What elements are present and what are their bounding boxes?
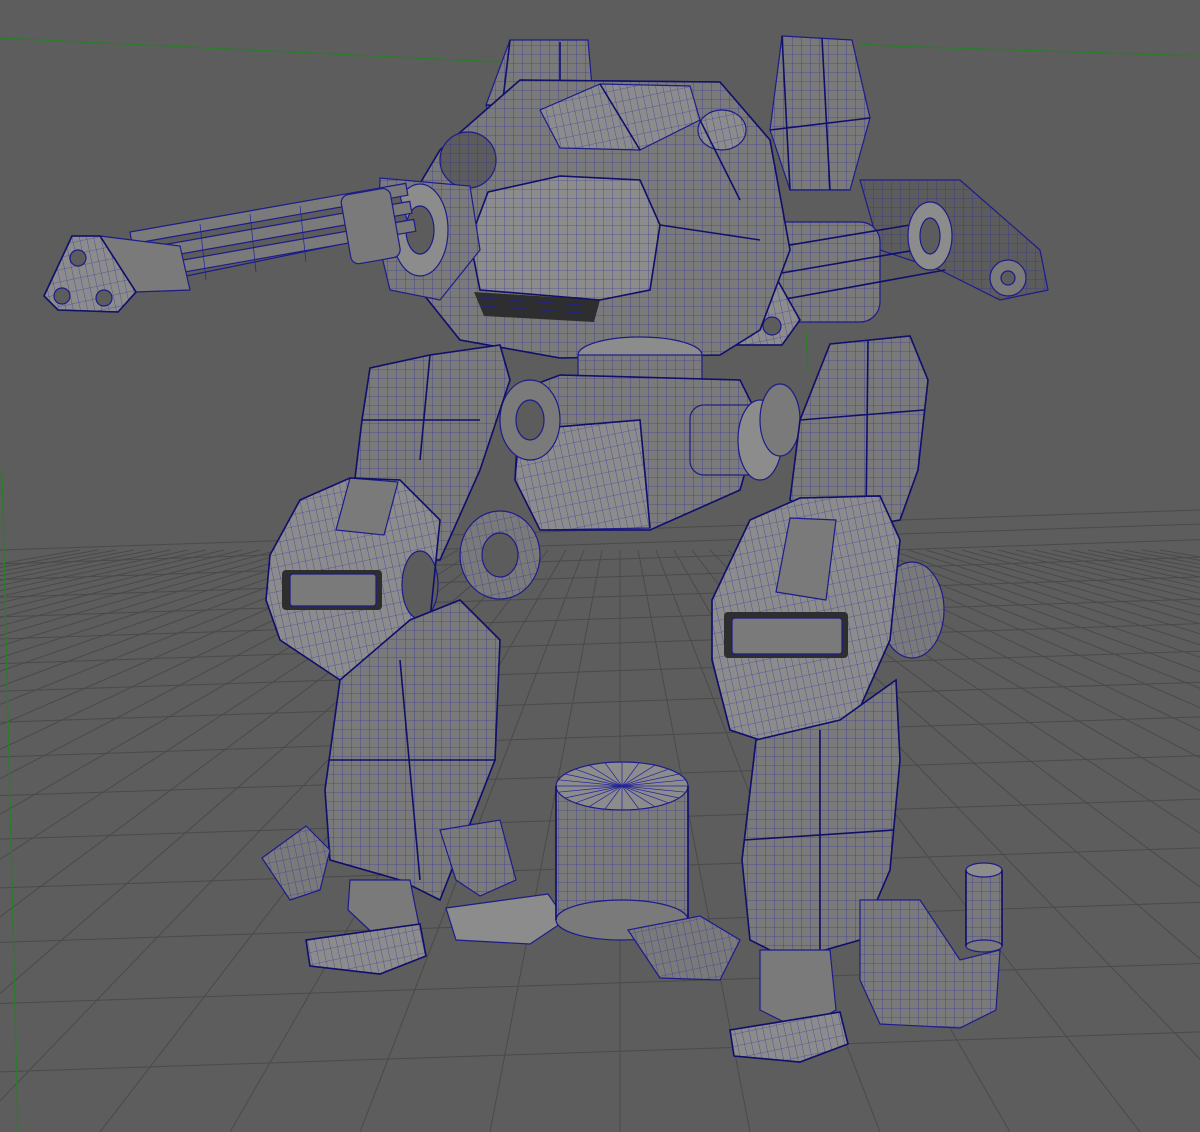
mech-model[interactable] xyxy=(43,35,1049,1063)
3d-viewport[interactable] xyxy=(0,0,1200,1132)
pelvis-turret[interactable] xyxy=(499,336,801,531)
scene-canvas[interactable] xyxy=(0,0,1200,1132)
right-shoulder-fin[interactable] xyxy=(769,35,871,191)
cylinder-primitive-large[interactable] xyxy=(555,761,689,941)
cylinder-primitive-small[interactable] xyxy=(965,862,1003,953)
left-gatling-gun[interactable] xyxy=(43,177,481,313)
